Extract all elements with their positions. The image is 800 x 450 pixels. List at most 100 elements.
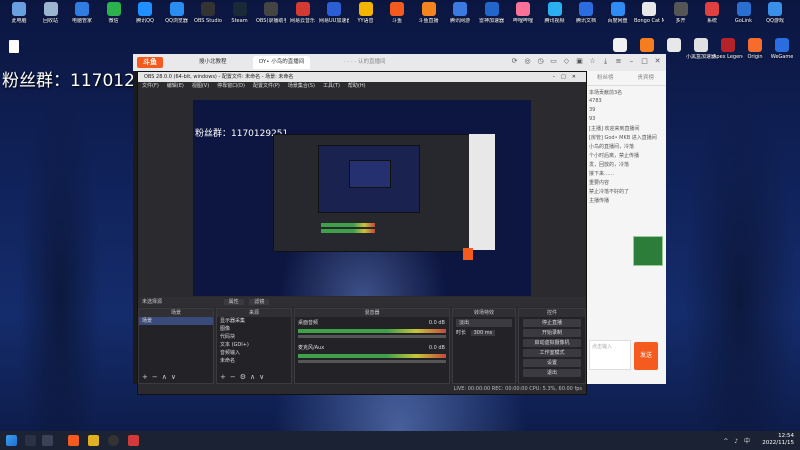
desktop-icon[interactable]: 多开	[666, 2, 696, 24]
mixer-track-1-slider[interactable]	[298, 360, 446, 363]
control-button[interactable]: 退出	[523, 369, 581, 377]
control-button[interactable]: 设置	[523, 359, 581, 367]
obs-window-controls[interactable]: –□✕	[553, 72, 582, 82]
star-icon[interactable]: ☆	[588, 57, 597, 66]
source-item[interactable]: 显示器采集	[217, 317, 291, 325]
chat-tab-0[interactable]: 粉丝榜	[597, 71, 614, 85]
desktop-icon[interactable]: 哔哩哔哩	[508, 2, 538, 24]
desktop-icon[interactable]: Bongo Cat Mver	[634, 2, 664, 24]
chat-tab-1[interactable]: 贵宾榜	[637, 71, 654, 85]
desktop-side-icon[interactable]: 小黑盒加速器	[686, 38, 716, 60]
desktop-icon[interactable]: YY语音	[351, 2, 381, 24]
settings-icon[interactable]: ⚙	[240, 373, 250, 381]
desktop-icon[interactable]: GoLink	[729, 2, 759, 24]
desktop-icon[interactable]: OBS(录播助手)	[256, 2, 286, 24]
chat-input[interactable]: 点击输入	[589, 340, 631, 370]
search-icon[interactable]	[25, 435, 36, 446]
control-button[interactable]: 开始录制	[523, 329, 581, 337]
gift-icon[interactable]: ▣	[575, 57, 584, 66]
up-icon[interactable]: ∧	[162, 373, 171, 381]
obs-menu-item[interactable]: 帮助(H)	[348, 82, 366, 91]
desktop-file-icon[interactable]	[9, 40, 19, 53]
remove-source-icon[interactable]: −	[230, 373, 240, 381]
remove-scene-icon[interactable]: −	[152, 373, 162, 381]
obs-menu-item[interactable]: 编辑(E)	[167, 82, 184, 91]
desktop-side-icon[interactable]: Apex Legends	[713, 38, 743, 60]
desktop-icon[interactable]: 斗鱼直播	[414, 2, 444, 24]
properties-button[interactable]: 属性	[223, 299, 244, 305]
add-source-icon[interactable]: +	[220, 373, 230, 381]
desktop-icon[interactable]: 系统	[697, 2, 727, 24]
mixer-track-0-slider[interactable]	[298, 335, 446, 338]
desktop-icon[interactable]: 此电脑	[4, 2, 34, 24]
desktop-side-icon[interactable]: Origin	[740, 38, 770, 60]
desktop-icon[interactable]: QQ浏览器	[162, 2, 192, 24]
transition-select[interactable]: 淡出	[456, 319, 512, 327]
control-button[interactable]: 停止直播	[523, 319, 581, 327]
obs-taskbar-icon[interactable]	[108, 435, 119, 446]
history-icon[interactable]: ◷	[536, 57, 545, 66]
douyu-logo[interactable]: 斗鱼	[137, 57, 163, 68]
source-item[interactable]: 代码块	[217, 333, 291, 341]
desktop-side-icon[interactable]	[659, 38, 689, 54]
desktop-icon[interactable]: 腾讯网游	[445, 2, 475, 24]
desktop-icon[interactable]: 回收站	[36, 2, 66, 24]
browser-tab-2[interactable]: · · · · 认的直播间	[338, 56, 392, 69]
desktop-icon[interactable]: 腾讯视频	[540, 2, 570, 24]
down-icon[interactable]: ∨	[259, 373, 268, 381]
obs-menu-item[interactable]: 文件(F)	[142, 82, 159, 91]
browser-taskbar-icon[interactable]	[88, 435, 99, 446]
download-icon[interactable]: ⤓	[601, 57, 610, 66]
control-button[interactable]: 工作室模式	[523, 349, 581, 357]
desktop-side-icon[interactable]	[632, 38, 662, 54]
desktop-icon[interactable]: 百度网盘	[603, 2, 633, 24]
bag-icon[interactable]: ◇	[562, 57, 571, 66]
headset-icon[interactable]: ◎	[523, 57, 532, 66]
up-icon[interactable]: ∧	[250, 373, 259, 381]
obs-menu-item[interactable]: 场景集合(S)	[288, 82, 315, 91]
desktop-side-icon[interactable]	[605, 38, 635, 54]
system-tray[interactable]: ^ ♪ 中	[723, 436, 752, 445]
desktop-icon[interactable]: 网易UU加速器	[319, 2, 349, 24]
desktop-side-icon[interactable]: WeGame	[767, 38, 797, 60]
desktop-icon[interactable]: 腾讯QQ	[130, 2, 160, 24]
source-item[interactable]: 图像	[217, 325, 291, 333]
down-icon[interactable]: ∨	[171, 373, 180, 381]
desktop-icon[interactable]: 雷神加速器	[477, 2, 507, 24]
browser-tab-0[interactable]: 搜小北教程	[193, 56, 233, 69]
desktop-icon[interactable]: QQ游戏	[760, 2, 790, 24]
control-button[interactable]: 启动虚拟摄像机	[523, 339, 581, 347]
refresh-icon[interactable]: ⟳	[510, 57, 519, 66]
menu-icon[interactable]: ≡	[614, 57, 623, 66]
close-icon[interactable]: ✕	[653, 57, 662, 66]
obs-menu-item[interactable]: 工具(T)	[323, 82, 340, 91]
desktop-icon[interactable]: 腾讯文档	[571, 2, 601, 24]
desktop-icon[interactable]: Steam	[225, 2, 255, 24]
source-item[interactable]: 音频输入	[217, 349, 291, 357]
desktop-icon[interactable]: 斗鱼	[382, 2, 412, 24]
desktop-icon[interactable]: 微信	[99, 2, 129, 24]
douyu-taskbar-icon[interactable]	[68, 435, 79, 446]
source-item[interactable]: 文本 (GDI+)	[217, 341, 291, 349]
duration-input[interactable]: 300 ms	[470, 330, 496, 336]
add-scene-icon[interactable]: +	[142, 373, 152, 381]
task-view-icon[interactable]	[42, 435, 53, 446]
browser-tab-1[interactable]: DY• 小鸟的直播间	[253, 56, 311, 69]
source-item[interactable]: 未命名	[217, 357, 291, 365]
minimize-icon[interactable]: –	[627, 57, 636, 66]
trash-icon[interactable]: ▭	[549, 57, 558, 66]
filters-button[interactable]: 滤镜	[249, 299, 270, 305]
maximize-icon[interactable]: □	[640, 57, 649, 66]
send-button[interactable]: 发送	[634, 342, 658, 370]
scene-item[interactable]: 场景	[139, 317, 213, 325]
obs-menu-item[interactable]: 配置文件(P)	[253, 82, 280, 91]
app-taskbar-icon[interactable]	[128, 435, 139, 446]
start-icon[interactable]	[6, 435, 17, 446]
desktop-icon[interactable]: OBS Studio	[193, 2, 223, 24]
obs-menu-item[interactable]: 视图(V)	[192, 82, 209, 91]
obs-menu-item[interactable]: 停靠窗口(D)	[217, 82, 245, 91]
taskbar-clock[interactable]: 12:54 2022/11/15	[762, 433, 794, 447]
obs-window[interactable]: OBS 28.0.0 (64-bit, windows) - 配置文件: 未命名…	[137, 71, 587, 395]
obs-preview[interactable]: 粉丝群：1170129251	[193, 100, 531, 296]
desktop-icon[interactable]: 网易云音乐	[288, 2, 318, 24]
